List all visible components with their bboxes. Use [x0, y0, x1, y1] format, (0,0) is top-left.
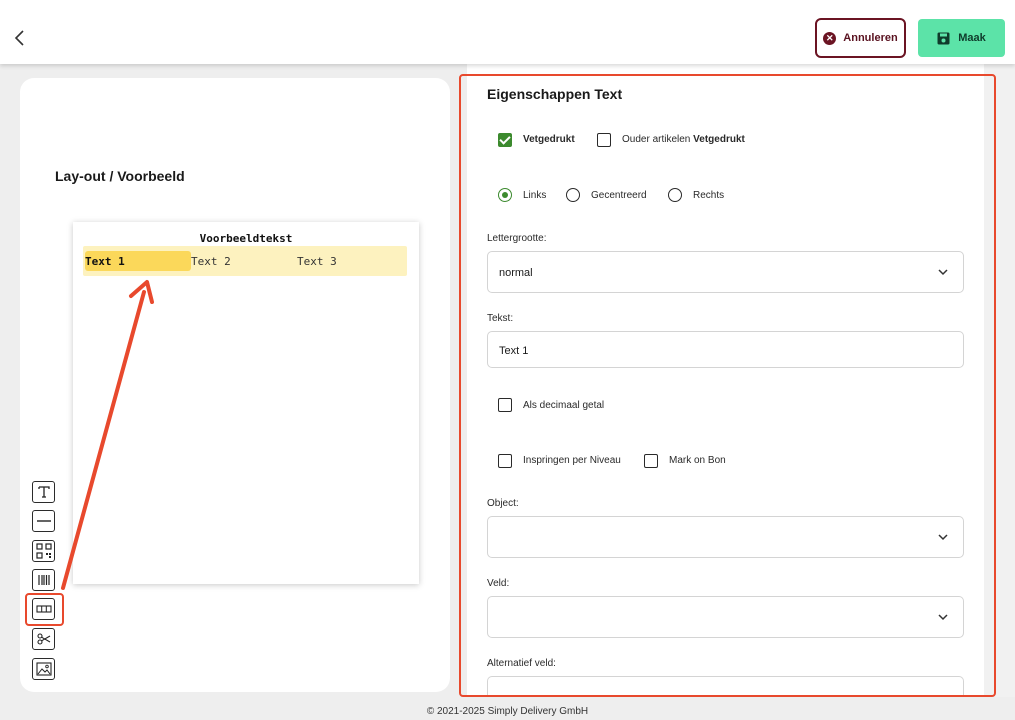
image-tool-icon: [35, 662, 52, 676]
make-button-label: Maak: [958, 32, 986, 44]
top-bar: ✕ Annuleren Maak: [0, 0, 1015, 64]
bold-label: Vetgedrukt: [523, 134, 575, 145]
cancel-button[interactable]: ✕ Annuleren: [815, 18, 906, 58]
indent-label: Inspringen per Niveau: [523, 455, 621, 466]
parent-items-label: Ouder artikelen Vetgedrukt: [622, 134, 745, 145]
preview-columns-row[interactable]: Text 1 Text 2 Text 3: [83, 246, 407, 276]
font-size-select[interactable]: normal: [487, 251, 964, 293]
preview-cell-2[interactable]: Text 2: [191, 255, 231, 268]
save-icon: [937, 32, 950, 44]
receipt-preview: Voorbeeldtekst Text 1 Text 2 Text 3: [73, 222, 419, 584]
parent-items-bold-text: Vetgedrukt: [693, 134, 745, 145]
parent-items-text: Ouder artikelen: [622, 134, 691, 145]
cancel-button-label: Annuleren: [843, 32, 898, 44]
scrollbar-track[interactable]: [984, 64, 1015, 697]
text-tool-icon: [37, 486, 50, 498]
parent-items-bold-checkbox[interactable]: [597, 133, 611, 147]
preview-cell-1[interactable]: Text 1: [85, 251, 191, 271]
chevron-down-icon: [938, 534, 948, 541]
preview-title: Voorbeeldtekst: [199, 232, 293, 245]
cut-tool-button[interactable]: [32, 628, 55, 650]
text-input[interactable]: Text 1: [487, 331, 964, 368]
align-center-radio[interactable]: [566, 188, 580, 202]
object-label: Object:: [487, 498, 519, 509]
barcode-tool-button[interactable]: [32, 569, 55, 591]
qr-code-tool-button[interactable]: [32, 540, 55, 562]
align-center-label: Gecentreerd: [591, 190, 647, 201]
back-button[interactable]: [8, 24, 32, 52]
text-input-value: Text 1: [499, 345, 529, 357]
align-right-label: Rechts: [693, 190, 725, 201]
properties-title: Eigenschappen Text: [487, 86, 623, 102]
align-left-radio[interactable]: [498, 188, 512, 202]
barcode-tool-icon: [37, 575, 50, 585]
line-tool-button[interactable]: [32, 510, 55, 532]
scissors-icon: [36, 633, 50, 645]
make-button[interactable]: Maak: [918, 19, 1005, 57]
decimal-checkbox[interactable]: [498, 398, 512, 412]
line-tool-icon: [36, 520, 51, 522]
selected-tool-highlight: [25, 593, 64, 626]
chevron-down-icon: [938, 269, 948, 276]
alt-field-label: Alternatief veld:: [487, 658, 556, 669]
preview-cell-3[interactable]: Text 3: [297, 255, 337, 268]
font-size-label: Lettergrootte:: [487, 233, 547, 244]
close-circle-icon: ✕: [823, 31, 837, 45]
align-left-label: Links: [523, 190, 547, 201]
image-tool-button[interactable]: [32, 658, 55, 680]
qr-code-tool-icon: [35, 543, 52, 559]
text-tool-button[interactable]: [32, 481, 55, 503]
align-right-radio[interactable]: [668, 188, 682, 202]
mark-on-bon-label: Mark on Bon: [669, 455, 726, 466]
font-size-value: normal: [499, 267, 533, 279]
field-label: Veld:: [487, 578, 510, 589]
indent-checkbox[interactable]: [498, 454, 512, 468]
decimal-label: Als decimaal getal: [523, 400, 605, 411]
footer-copyright: © 2021-2025 Simply Delivery GmbH: [426, 706, 589, 717]
chevron-left-icon: [14, 30, 24, 46]
bold-checkbox[interactable]: [498, 133, 512, 147]
text-label: Tekst:: [487, 313, 514, 324]
field-select[interactable]: [487, 596, 964, 638]
mark-on-bon-checkbox[interactable]: [644, 454, 658, 468]
layout-title: Lay-out / Voorbeeld: [55, 168, 185, 184]
alt-field-select[interactable]: [487, 676, 964, 696]
chevron-down-icon: [938, 614, 948, 621]
object-select[interactable]: [487, 516, 964, 558]
layout-card: Lay-out / Voorbeeld Voorbeeldtekst Text …: [20, 78, 450, 692]
